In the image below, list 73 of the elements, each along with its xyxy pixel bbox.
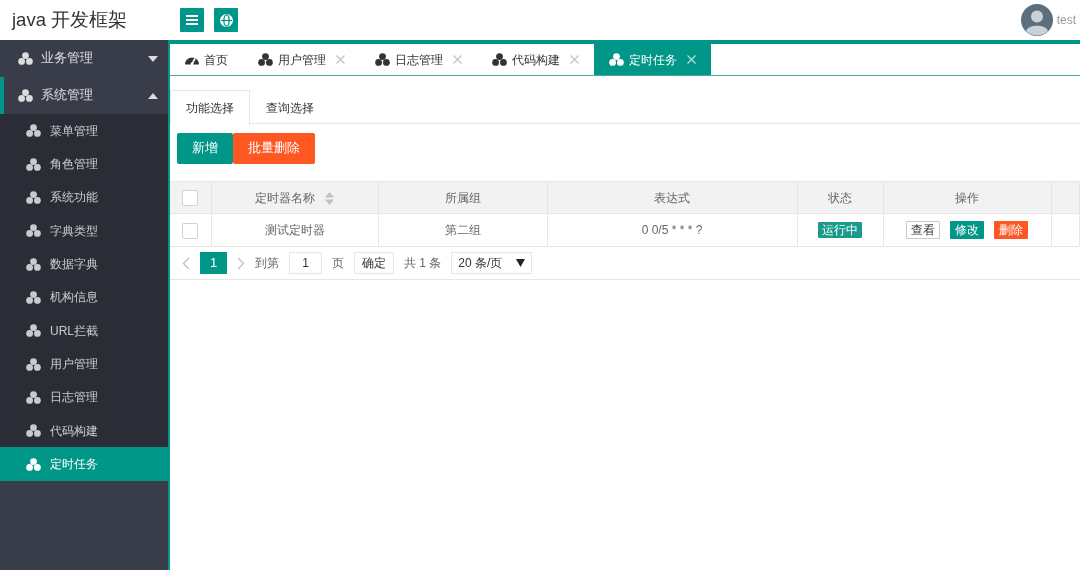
page-number-button[interactable]: 1 bbox=[200, 252, 227, 274]
table-cell-text: 0 0/5 * * * ? bbox=[641, 223, 703, 237]
cubes-icon bbox=[18, 52, 33, 65]
caret-icon bbox=[148, 55, 158, 62]
confirm-button[interactable]: 确定 bbox=[354, 252, 394, 274]
table-cell-text: 第二组 bbox=[444, 223, 481, 237]
chevron-right-icon[interactable] bbox=[237, 256, 245, 270]
close-icon[interactable] bbox=[336, 55, 345, 64]
sidebar-submenu-item[interactable]: 机构信息 bbox=[0, 280, 168, 315]
cubes-icon bbox=[26, 324, 41, 338]
cubes-icon bbox=[26, 457, 41, 471]
column-header: 所属组 bbox=[444, 190, 481, 205]
caret-icon bbox=[148, 92, 158, 99]
cubes-icon bbox=[26, 290, 41, 304]
total-count: 共 1 条 bbox=[404, 255, 442, 272]
cubes-icon bbox=[26, 224, 41, 238]
sidebar-submenu-item[interactable]: 用户管理 bbox=[0, 347, 168, 381]
cubes-icon bbox=[609, 53, 624, 66]
cubes-icon bbox=[26, 357, 41, 371]
close-icon[interactable] bbox=[453, 55, 462, 64]
goto-label: 到第 bbox=[255, 255, 279, 272]
page-tab[interactable]: 日志管理 bbox=[360, 44, 477, 75]
cubes-icon bbox=[18, 89, 33, 102]
edit-button[interactable]: 修改 bbox=[950, 221, 984, 239]
globe-icon bbox=[219, 13, 233, 27]
page-tab[interactable]: 用户管理 bbox=[243, 44, 360, 75]
cubes-icon bbox=[26, 257, 41, 271]
caret-down-icon bbox=[516, 259, 526, 267]
table-cell-text: 测试定时器 bbox=[264, 223, 325, 237]
menu-icon bbox=[186, 15, 198, 25]
page-tab[interactable]: 定时任务 bbox=[594, 44, 711, 75]
sort-icon[interactable] bbox=[325, 191, 334, 205]
row-checkbox[interactable] bbox=[182, 222, 199, 239]
status-tag: 运行中 bbox=[818, 222, 862, 238]
menu-button[interactable] bbox=[180, 8, 204, 32]
cubes-icon bbox=[258, 53, 273, 66]
page-input[interactable]: 1 bbox=[289, 252, 322, 274]
cubes-icon bbox=[26, 124, 41, 138]
cubes-icon bbox=[26, 390, 41, 404]
column-header: 操作 bbox=[955, 190, 979, 205]
sidebar-menu-item[interactable]: 系统管理 bbox=[0, 77, 168, 114]
cubes-icon bbox=[492, 53, 507, 66]
sidebar-submenu-item[interactable]: URL拦截 bbox=[0, 314, 168, 348]
sidebar-submenu-item[interactable]: 菜单管理 bbox=[0, 114, 168, 148]
app-logo-title: java 开发框架 bbox=[10, 8, 129, 33]
cubes-icon bbox=[26, 424, 41, 438]
sidebar-submenu-item[interactable]: 角色管理 bbox=[0, 147, 168, 181]
cubes-icon bbox=[26, 157, 41, 171]
add-button[interactable]: 新增 bbox=[177, 133, 233, 164]
sidebar-submenu-item[interactable]: 系统功能 bbox=[0, 180, 168, 215]
page-size-select[interactable]: 20 条/页 bbox=[451, 252, 533, 274]
sidebar-submenu-item[interactable]: 代码构建 bbox=[0, 414, 168, 448]
sidebar-menu-item[interactable]: 业务管理 bbox=[0, 40, 168, 77]
sub-tab[interactable]: 功能选择 bbox=[170, 90, 250, 125]
globe-button[interactable] bbox=[214, 8, 238, 32]
page-unit-label: 页 bbox=[332, 255, 344, 272]
sidebar-submenu-item[interactable]: 字典类型 bbox=[0, 214, 168, 248]
avatar-icon[interactable] bbox=[1020, 4, 1053, 36]
view-button[interactable]: 查看 bbox=[906, 221, 940, 239]
sidebar-submenu-item[interactable]: 数据字典 bbox=[0, 247, 168, 281]
select-all-checkbox[interactable] bbox=[182, 190, 199, 207]
sidebar-submenu-item[interactable]: 定时任务 bbox=[0, 447, 168, 481]
cubes-icon bbox=[375, 53, 390, 66]
chevron-left-icon[interactable] bbox=[182, 256, 190, 270]
sub-tab[interactable]: 查询选择 bbox=[250, 90, 330, 124]
column-header: 定时器名称 bbox=[255, 190, 315, 205]
page-tab[interactable]: 代码构建 bbox=[477, 44, 594, 75]
column-header: 表达式 bbox=[654, 190, 690, 205]
column-header: 状态 bbox=[828, 190, 852, 205]
close-icon[interactable] bbox=[570, 55, 579, 64]
sidebar-submenu-item[interactable]: 日志管理 bbox=[0, 380, 168, 415]
cubes-icon bbox=[26, 190, 41, 204]
page-tab[interactable]: 首页 bbox=[170, 44, 243, 75]
